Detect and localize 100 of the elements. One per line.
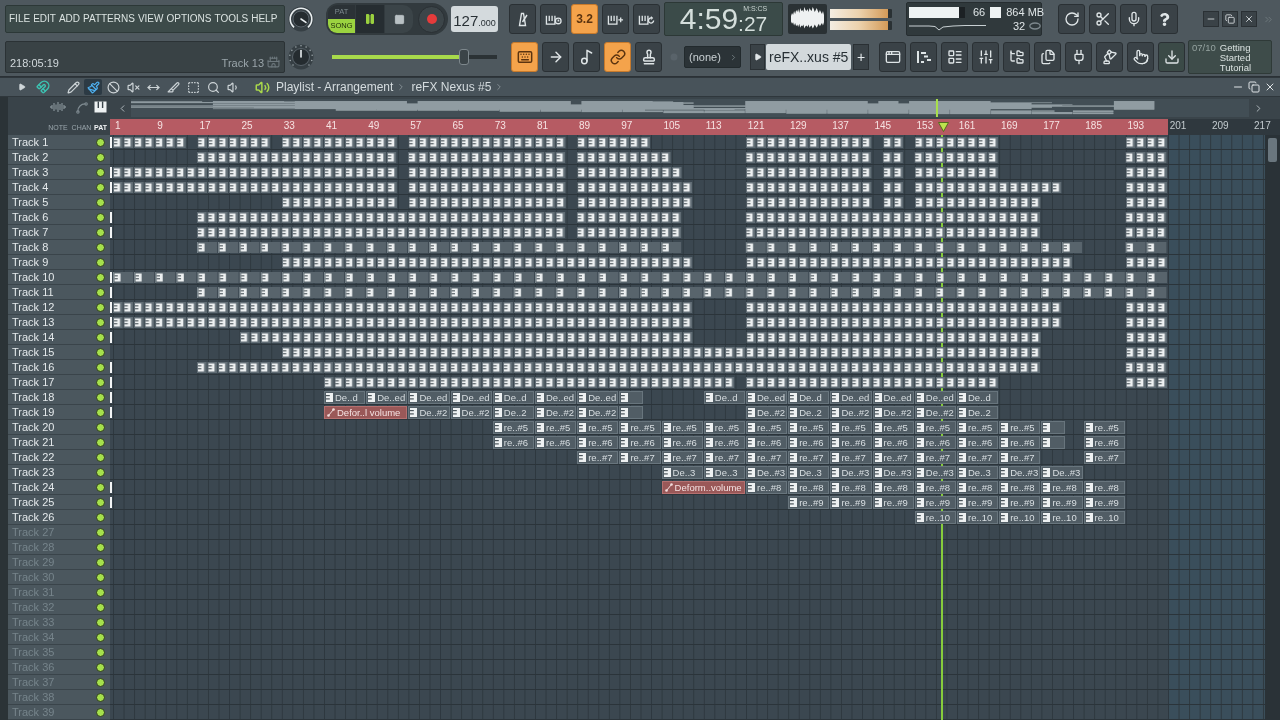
pencil-tool[interactable] [64, 79, 82, 95]
window-button[interactable] [879, 42, 906, 72]
magnet-icon[interactable] [36, 80, 50, 94]
track-header[interactable]: Track 5 [8, 195, 110, 210]
pattern-clip[interactable]: re..#8 [999, 481, 1041, 494]
countdown-button[interactable]: 3.2 [571, 4, 598, 34]
arrow-button[interactable] [542, 42, 569, 72]
menu-item[interactable]: PATTERNS [83, 14, 135, 24]
restore-button[interactable] [1222, 11, 1238, 27]
pattern-clip[interactable]: De..d [957, 391, 999, 404]
pattern-clip[interactable]: De..3 [788, 466, 830, 479]
pattern-clip[interactable]: De..#2 [872, 406, 914, 419]
track-header[interactable]: Track 16 [8, 360, 110, 375]
ruler-cell[interactable]: 113 [703, 119, 746, 135]
pattern-clip[interactable]: De..#2 [450, 406, 492, 419]
led-icon[interactable] [96, 227, 105, 237]
pattern-clip[interactable]: De..#3 [872, 466, 914, 479]
ruler-cell[interactable]: 129 [788, 119, 831, 135]
play-pause-button[interactable] [356, 5, 384, 33]
ruler-cell[interactable]: 209 [1209, 119, 1253, 135]
pattern-clip[interactable]: re..#5 [999, 421, 1041, 434]
pattern-clip[interactable]: re..#6 [999, 436, 1041, 449]
pattern-clip[interactable]: De..#3 [914, 466, 956, 479]
triangle-icon[interactable] [18, 83, 26, 91]
pattern-clip[interactable]: De..#2 [577, 406, 619, 419]
ruler-cell[interactable]: 25 [239, 119, 282, 135]
led-icon[interactable] [96, 557, 105, 567]
track-header[interactable]: Track 23 [8, 465, 110, 480]
led-icon[interactable] [96, 647, 105, 657]
pattern-clip[interactable]: De..#3 [830, 466, 872, 479]
pattern-clip[interactable]: re..#7 [788, 451, 830, 464]
led-icon[interactable] [96, 437, 105, 447]
pattern-clip[interactable]: De..#3 [746, 466, 788, 479]
track-header[interactable]: Track 8 [8, 240, 110, 255]
ruler-cell[interactable]: 41 [323, 119, 367, 135]
ruler-cell[interactable]: 17 [197, 119, 240, 135]
led-icon[interactable] [96, 422, 105, 432]
ruler-cell[interactable]: 185 [1083, 119, 1126, 135]
ruler-cell[interactable]: 1 [110, 119, 156, 135]
pattern-clip[interactable]: De..d [703, 391, 745, 404]
pattern-clip[interactable]: De..#2 [535, 406, 577, 419]
led-icon[interactable] [96, 212, 105, 222]
track-header[interactable]: Track 19 [8, 405, 110, 420]
automation-clip[interactable]: Deform..volume [661, 481, 745, 494]
ruler-cell[interactable]: 73 [492, 119, 535, 135]
pattern-clip[interactable]: De..3 [703, 466, 745, 479]
sliders-button[interactable] [972, 42, 999, 72]
step-edit-button[interactable] [602, 4, 629, 34]
pattern-clip[interactable]: De..d [324, 391, 366, 404]
track-header[interactable]: Track 11 [8, 285, 110, 300]
pattern-clip[interactable]: re..#7 [1083, 451, 1125, 464]
folder-tree-button[interactable] [1003, 42, 1030, 72]
pattern-clip[interactable]: re..#8 [830, 481, 872, 494]
ruler-cell[interactable]: 49 [366, 119, 409, 135]
pattern-clip[interactable]: De..ed [746, 391, 788, 404]
typing-keyboard-button[interactable] [511, 42, 538, 72]
pattern-clip[interactable]: re..#5 [577, 421, 619, 434]
pattern-clip[interactable]: re..#7 [914, 451, 956, 464]
led-icon[interactable] [96, 512, 105, 522]
ruler-cell[interactable]: 57 [408, 119, 451, 135]
track-header[interactable]: Track 9 [8, 255, 110, 270]
pattern-clip[interactable] [619, 391, 644, 404]
metronome-button[interactable] [509, 4, 536, 34]
led-icon[interactable] [96, 452, 105, 462]
pattern-clip[interactable]: re..10 [999, 511, 1041, 524]
pattern-clips-drawing[interactable] [197, 287, 1167, 298]
pattern-clip[interactable]: re..#6 [1083, 436, 1125, 449]
pattern-clip[interactable]: De..ed [577, 391, 619, 404]
track-header[interactable]: Track 15 [8, 345, 110, 360]
menu-item[interactable]: FILE [9, 14, 31, 24]
ruler-cell[interactable]: 97 [619, 119, 662, 135]
pattern-clips-drawing[interactable] [281, 257, 1167, 268]
pattern-clip[interactable]: re..10 [1083, 511, 1125, 524]
track-header[interactable]: Track 4 [8, 180, 110, 195]
files-button[interactable] [1034, 42, 1061, 72]
pointer-button[interactable] [1127, 42, 1154, 72]
led-icon[interactable] [96, 617, 105, 627]
pattern-clip[interactable]: De..d [492, 391, 534, 404]
led-icon[interactable] [96, 197, 105, 207]
pattern-clip[interactable]: De..ed [366, 391, 408, 404]
led-icon[interactable] [96, 632, 105, 642]
track-header[interactable]: Track 12 [8, 300, 110, 315]
ruler-cell[interactable]: 177 [1041, 119, 1084, 135]
pattern-clip[interactable]: De..#2 [914, 406, 956, 419]
track-header[interactable]: Track 21 [8, 435, 110, 450]
pattern-clips-drawing[interactable] [239, 332, 1167, 343]
pattern-clip[interactable] [1041, 436, 1066, 449]
pattern-clip[interactable]: re..#9 [1083, 496, 1125, 509]
scissors-button[interactable] [1089, 4, 1116, 34]
menu-item[interactable]: VIEW [137, 14, 164, 24]
led-icon[interactable] [96, 587, 105, 597]
pattern-clips-drawing[interactable] [113, 137, 1167, 148]
track-header[interactable]: Track 14 [8, 330, 110, 345]
led-icon[interactable] [96, 572, 105, 582]
knob-icon[interactable] [288, 6, 314, 32]
pattern-clips-drawing[interactable] [197, 242, 1167, 253]
download-button[interactable] [1158, 42, 1185, 72]
ruler-cell[interactable]: 105 [661, 119, 704, 135]
pattern-clip[interactable]: re..#6 [661, 436, 703, 449]
pattern-clip[interactable]: re..#5 [535, 421, 577, 434]
